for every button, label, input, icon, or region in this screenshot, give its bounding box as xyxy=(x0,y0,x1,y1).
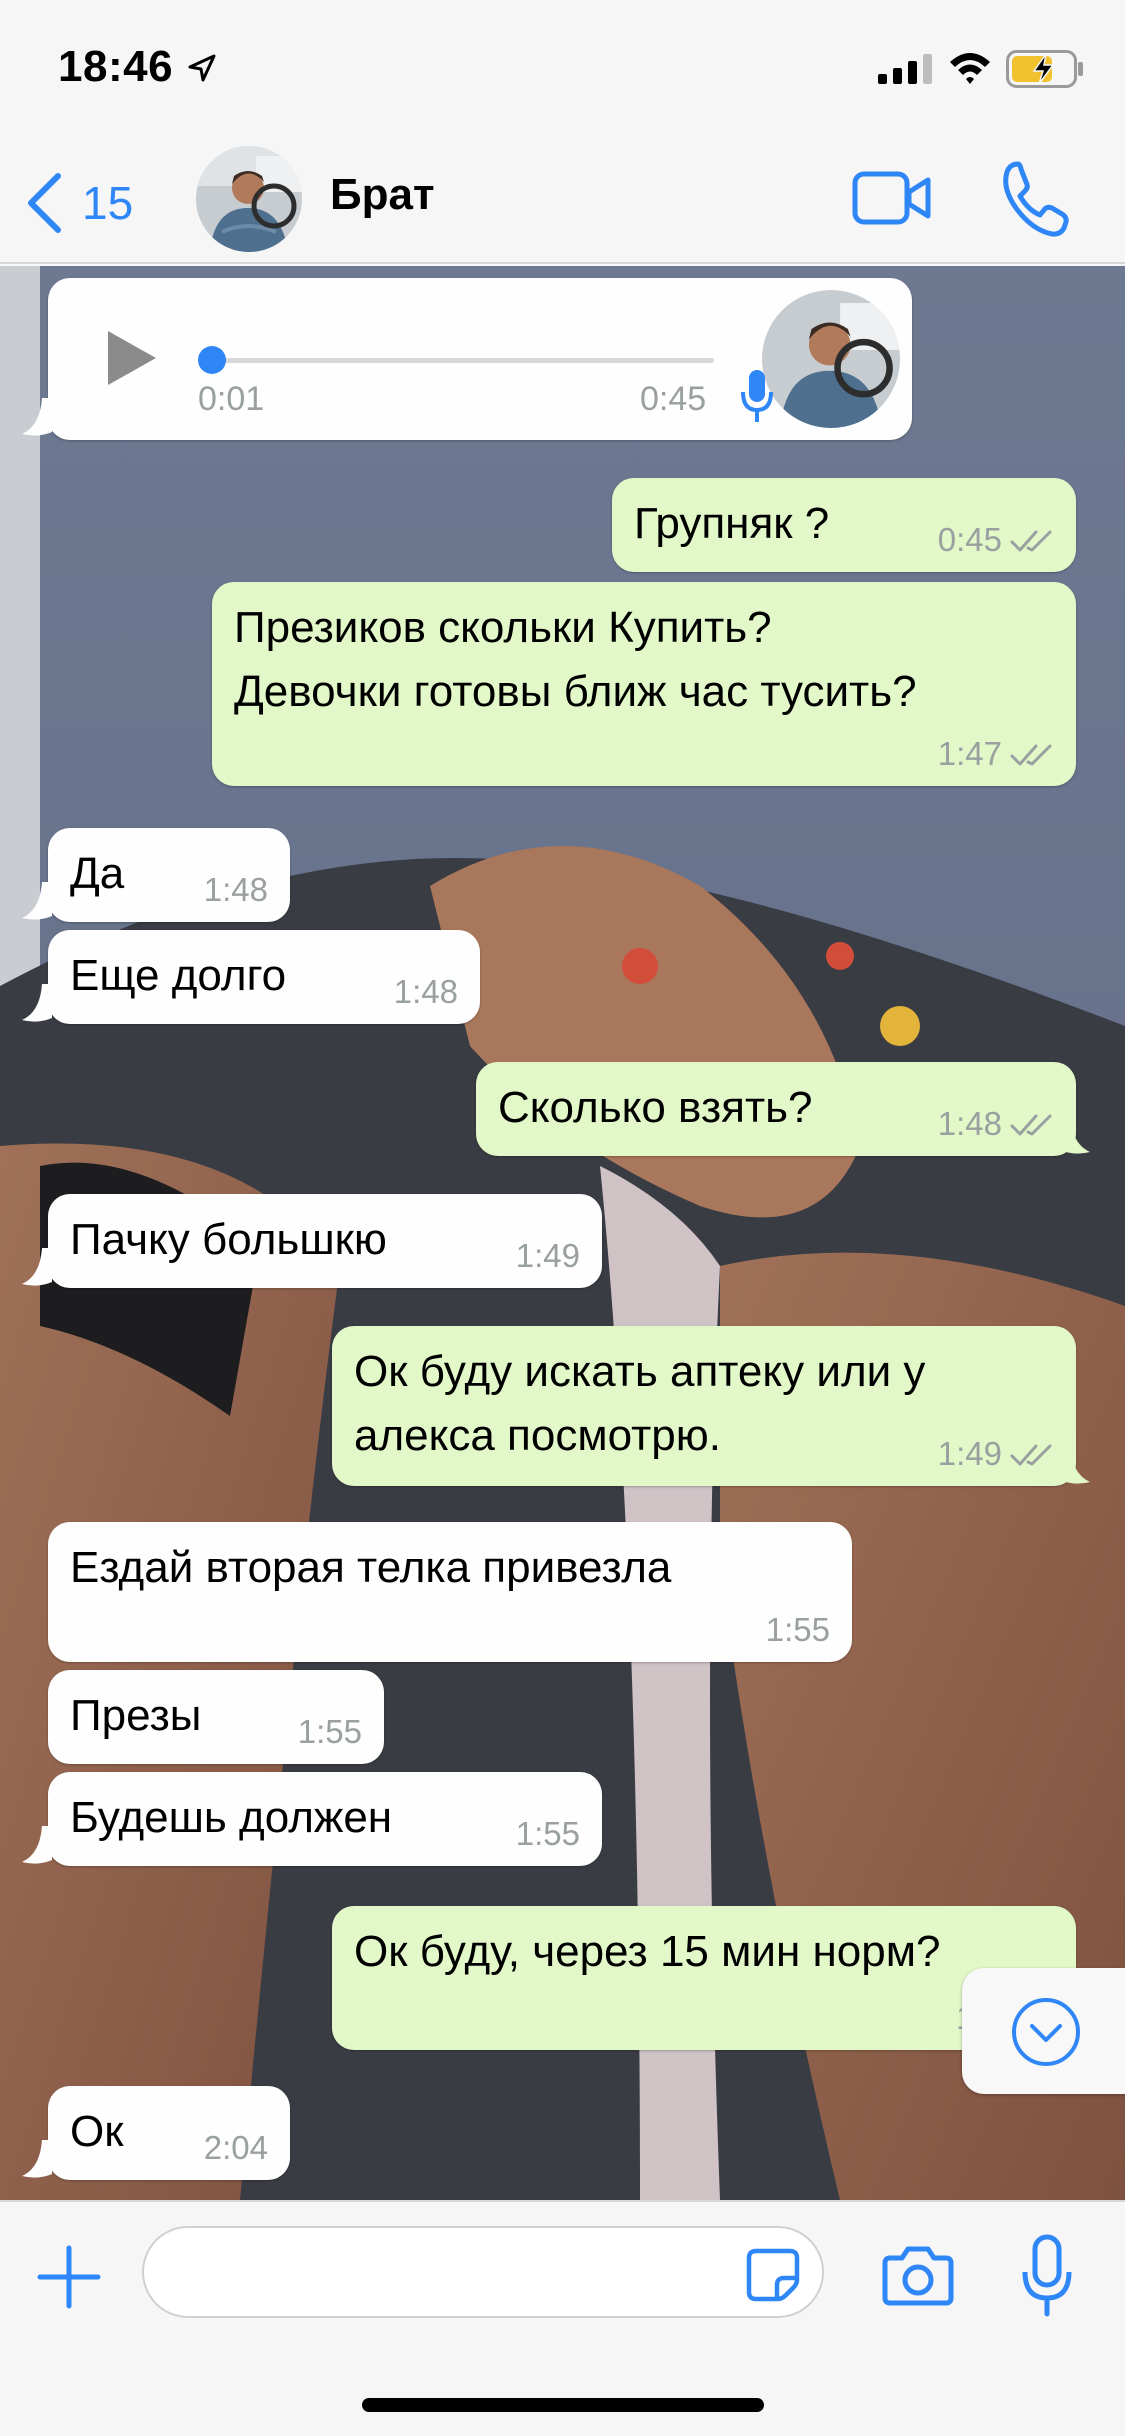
location-arrow-icon xyxy=(188,54,216,82)
message-time: 1:48 xyxy=(203,871,268,908)
battery-charging-icon xyxy=(1006,50,1083,88)
home-indicator[interactable] xyxy=(362,2398,764,2412)
bubble-tail xyxy=(1060,1116,1090,1154)
bubble-tail xyxy=(22,1826,52,1864)
status-bar: 18:46 xyxy=(0,0,1125,132)
message-time: 1:48 xyxy=(393,973,458,1010)
incoming-message[interactable]: Ок 2:04 xyxy=(48,2086,290,2180)
signal-icon xyxy=(878,54,932,84)
outgoing-message[interactable]: Ок буду искать аптеку или у алекса посмо… xyxy=(332,1326,1076,1486)
double-check-icon xyxy=(1010,530,1052,552)
voice-duration: 0:45 xyxy=(640,380,707,418)
voice-scrubber[interactable] xyxy=(198,346,226,374)
message-text: Ок буду, через 15 мин норм? xyxy=(354,1927,941,1976)
incoming-message[interactable]: Ездай вторая телка привезла 1:55 xyxy=(48,1522,852,1662)
input-bar xyxy=(0,2200,1125,2436)
chevron-down-circle-icon xyxy=(1012,1998,1080,2066)
sticker-icon[interactable] xyxy=(746,2248,800,2302)
scroll-to-bottom-button[interactable] xyxy=(962,1968,1125,2094)
back-button[interactable]: 15 xyxy=(24,168,144,238)
microphone-icon xyxy=(741,370,773,422)
voice-sender-avatar xyxy=(762,290,900,428)
incoming-message[interactable]: Презы 1:55 xyxy=(48,1670,384,1764)
contact-avatar[interactable] xyxy=(196,146,302,252)
outgoing-message[interactable]: Сколько взять? 1:48 xyxy=(476,1062,1076,1156)
message-text: Будешь должен xyxy=(70,1793,393,1842)
message-text: Да xyxy=(70,849,125,898)
voice-message[interactable]: 0:01 0:45 xyxy=(48,278,912,440)
message-time: 1:47 xyxy=(937,735,1002,772)
bubble-tail xyxy=(1060,1446,1090,1484)
bubble-tail xyxy=(22,398,52,436)
incoming-message[interactable]: Пачку большкю 1:49 xyxy=(48,1194,602,1288)
double-check-icon xyxy=(1010,1114,1052,1136)
status-time: 18:46 xyxy=(58,42,174,91)
video-camera-icon[interactable] xyxy=(852,162,932,234)
incoming-message[interactable]: Еще долго 1:48 xyxy=(48,930,480,1024)
plus-icon[interactable] xyxy=(36,2244,102,2310)
message-time: 2:04 xyxy=(203,2129,268,2166)
chevron-left-icon xyxy=(28,173,61,233)
contact-name[interactable]: Брат xyxy=(330,170,435,220)
message-text: Презы xyxy=(70,1691,202,1740)
voice-elapsed: 0:01 xyxy=(198,380,265,418)
bubble-tail xyxy=(22,1248,52,1286)
bubble-tail xyxy=(22,2140,52,2178)
double-check-icon xyxy=(1010,1444,1052,1466)
voice-track[interactable] xyxy=(204,358,714,363)
message-input[interactable] xyxy=(142,2226,824,2318)
message-time: 1:55 xyxy=(297,1713,362,1750)
message-text: Презиков скольки Купить? Девочки готовы … xyxy=(234,603,917,716)
camera-icon[interactable] xyxy=(882,2244,954,2306)
chat-messages[interactable]: 0:01 0:45 Групняк ? 0:45 Презиков скольки … xyxy=(0,266,1125,2200)
message-time: 1:49 xyxy=(515,1237,580,1274)
microphone-icon[interactable] xyxy=(1020,2234,1074,2318)
bubble-tail xyxy=(22,882,52,920)
message-text: Еще долго xyxy=(70,951,287,1000)
message-text: Ездай вторая телка привезла xyxy=(70,1543,672,1592)
chat-header: 15 Брат xyxy=(0,132,1125,264)
message-text: Сколько взять? xyxy=(498,1083,813,1132)
message-text: Групняк ? xyxy=(634,499,830,548)
message-time: 1:49 xyxy=(937,1435,1002,1472)
message-time: 1:48 xyxy=(937,1105,1002,1142)
phone-icon[interactable] xyxy=(1000,158,1070,238)
message-text: Ок xyxy=(70,2107,124,2156)
bubble-tail xyxy=(22,984,52,1022)
avatar-image xyxy=(196,146,302,252)
unread-count: 15 xyxy=(82,177,134,229)
outgoing-message[interactable]: Презиков скольки Купить? Девочки готовы … xyxy=(212,582,1076,786)
outgoing-message[interactable]: Групняк ? 0:45 xyxy=(612,478,1076,572)
message-text: Пачку большкю xyxy=(70,1215,387,1264)
message-time: 1:55 xyxy=(515,1815,580,1852)
message-time: 1:55 xyxy=(765,1611,830,1648)
wifi-icon xyxy=(950,53,990,84)
message-text: Ок буду искать аптеку или у алекса посмо… xyxy=(354,1347,926,1460)
incoming-message[interactable]: Да 1:48 xyxy=(48,828,290,922)
incoming-message[interactable]: Будешь должен 1:55 xyxy=(48,1772,602,1866)
play-icon[interactable] xyxy=(104,328,160,388)
message-time: 0:45 xyxy=(937,521,1002,558)
double-check-icon xyxy=(1010,744,1052,766)
